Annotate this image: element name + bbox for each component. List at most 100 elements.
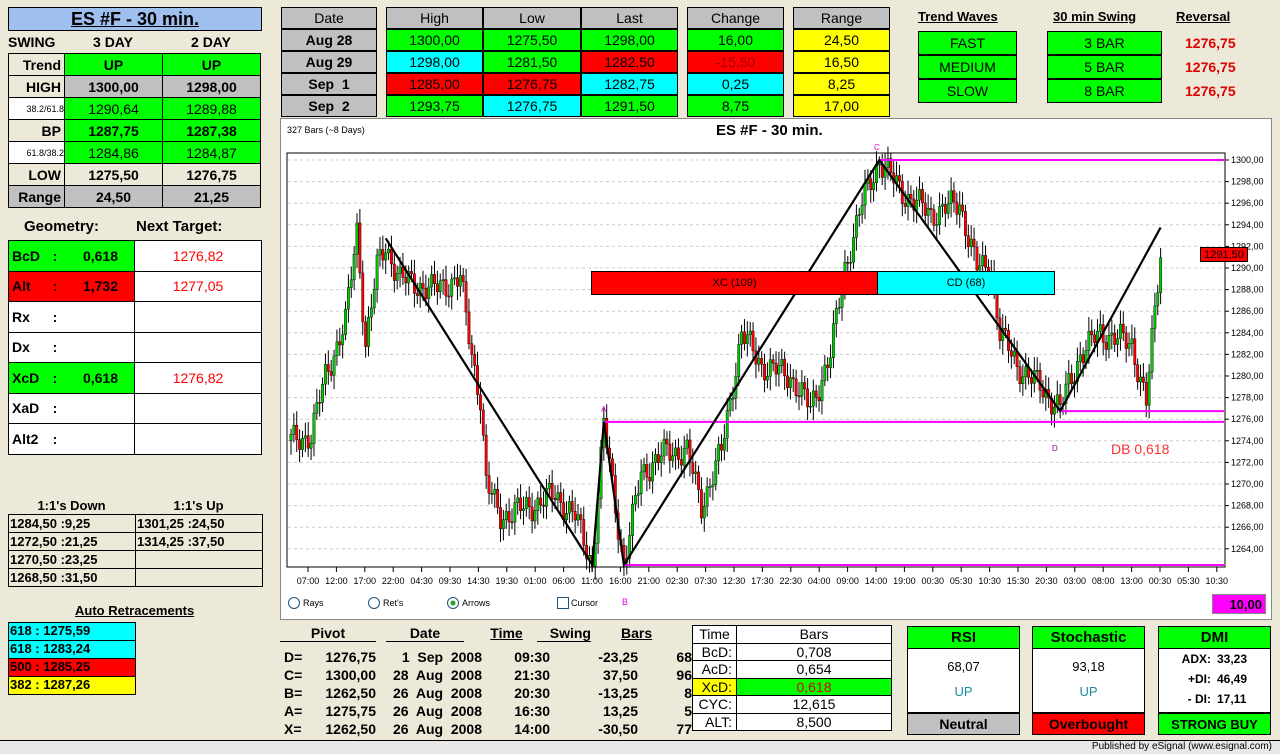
candle	[966, 235, 970, 247]
cell: 1290,64	[64, 97, 163, 120]
x-tick-label: 04:30	[410, 576, 433, 586]
option-arrows[interactable]: Arrows	[447, 597, 557, 609]
pivot-header: Pivot	[280, 625, 376, 642]
swing-header: SWING 3 DAY 2 DAY	[8, 34, 262, 50]
candle	[777, 365, 781, 375]
ratio-sep: :	[52, 369, 58, 386]
candle	[978, 265, 982, 271]
up-cell: 1301,25 :24,50	[135, 514, 263, 533]
daily-range-cell: 24,50	[793, 29, 890, 51]
candle	[794, 378, 798, 396]
candle	[519, 497, 523, 511]
cell: 1287,38	[162, 119, 261, 142]
candle	[918, 189, 921, 201]
pivot-cell: 14:00	[514, 721, 550, 737]
cell: UP	[64, 53, 163, 76]
y-tick-label: 1278,00	[1231, 393, 1264, 403]
stochastic-direction: UP	[1079, 684, 1098, 699]
cell: 1300,00	[64, 75, 163, 98]
pivot-cell: 37,50	[602, 667, 638, 683]
option-cursor[interactable]: Cursor	[557, 597, 598, 609]
candle	[582, 519, 586, 546]
candle	[1144, 382, 1148, 406]
candle	[499, 507, 502, 530]
y-tick-label: 1298,00	[1231, 177, 1264, 187]
candle	[682, 447, 686, 466]
y-tick-label: 1284,00	[1231, 328, 1264, 338]
candle	[938, 206, 942, 225]
candle	[1136, 364, 1140, 383]
candle	[903, 203, 907, 207]
price-chart[interactable]: 1300,001298,001296,001294,001292,001290,…	[280, 118, 1272, 620]
candle	[898, 175, 901, 182]
candle	[565, 513, 568, 520]
candle	[677, 447, 680, 460]
pivot-cell: X=	[284, 721, 302, 737]
candle	[697, 471, 700, 490]
trend-wave-medium[interactable]: MEDIUM	[918, 55, 1017, 79]
trend-waves-label: Trend Waves	[918, 9, 998, 24]
candle	[516, 497, 520, 503]
x-tick-label: 03:00	[1064, 576, 1087, 586]
y-tick-label: 1286,00	[1231, 306, 1264, 316]
radio-rays[interactable]	[288, 597, 300, 609]
candle	[450, 278, 454, 297]
candle	[972, 238, 976, 248]
radio-arrows[interactable]	[447, 597, 459, 609]
candle	[800, 382, 804, 397]
candle	[421, 283, 425, 289]
ratio-name: XaD	[12, 400, 40, 417]
value-box: 10,00	[1212, 594, 1266, 614]
row-label: Range	[8, 185, 65, 208]
option-rays[interactable]: Rays	[288, 597, 368, 609]
ratio-sep: :	[52, 430, 58, 447]
ratio-name: XcD:	[692, 677, 737, 696]
candle	[731, 397, 735, 400]
candle	[728, 398, 732, 411]
retracements-label: Auto Retracements	[75, 603, 195, 618]
trend-wave-slow[interactable]: SLOW	[918, 79, 1017, 103]
candle	[760, 358, 764, 365]
geometry-row: Rx:	[8, 301, 262, 333]
candle	[1009, 350, 1013, 357]
radio-rets[interactable]	[368, 597, 380, 609]
daily-change-cell: 0,25	[687, 73, 784, 95]
pivot-cell: -30,50	[598, 721, 638, 737]
option-rets[interactable]: Ret's	[368, 597, 447, 609]
candle	[700, 489, 703, 519]
candle	[430, 274, 434, 288]
drawing-options: Rays Ret's Arrows Cursor	[288, 597, 598, 609]
daily-date-cell: Aug 29	[281, 51, 377, 73]
candle	[1098, 324, 1102, 332]
candle	[662, 438, 666, 457]
next-target	[134, 301, 262, 333]
candle	[292, 424, 296, 435]
pdi-value: 46,49	[1217, 672, 1248, 686]
candle	[556, 492, 560, 501]
pivot-a-label: A	[601, 405, 607, 414]
candle	[522, 508, 525, 511]
checkbox-cursor[interactable]	[557, 597, 569, 609]
daily-last-cell: 1282,75	[581, 73, 678, 95]
x-tick-label: 13:00	[1120, 576, 1143, 586]
candle	[567, 501, 571, 514]
candle	[1153, 305, 1157, 329]
candle	[674, 447, 677, 457]
candle	[854, 215, 858, 238]
header-change: Change	[687, 7, 784, 29]
candle	[737, 344, 741, 377]
candle	[766, 376, 769, 381]
pivot-d-label: D	[1052, 444, 1058, 453]
candle	[338, 341, 342, 346]
time-bars-row: BcD: 0,708	[692, 642, 892, 661]
time-bars-table: Time Bars BcD: 0,708 AcD: 0,654 XcD: 0,618 CYC: 1…	[692, 625, 892, 731]
trend-wave-fast[interactable]: FAST	[918, 31, 1017, 55]
bars-header: Bars	[736, 625, 892, 644]
x-tick-label: 12:00	[325, 576, 348, 586]
candle	[1127, 343, 1131, 349]
candle	[943, 204, 947, 214]
candle	[427, 286, 431, 299]
pivot-cell: 20:30	[514, 685, 550, 701]
daily-last-cell: 1291,50	[581, 95, 678, 117]
candle	[530, 506, 534, 522]
